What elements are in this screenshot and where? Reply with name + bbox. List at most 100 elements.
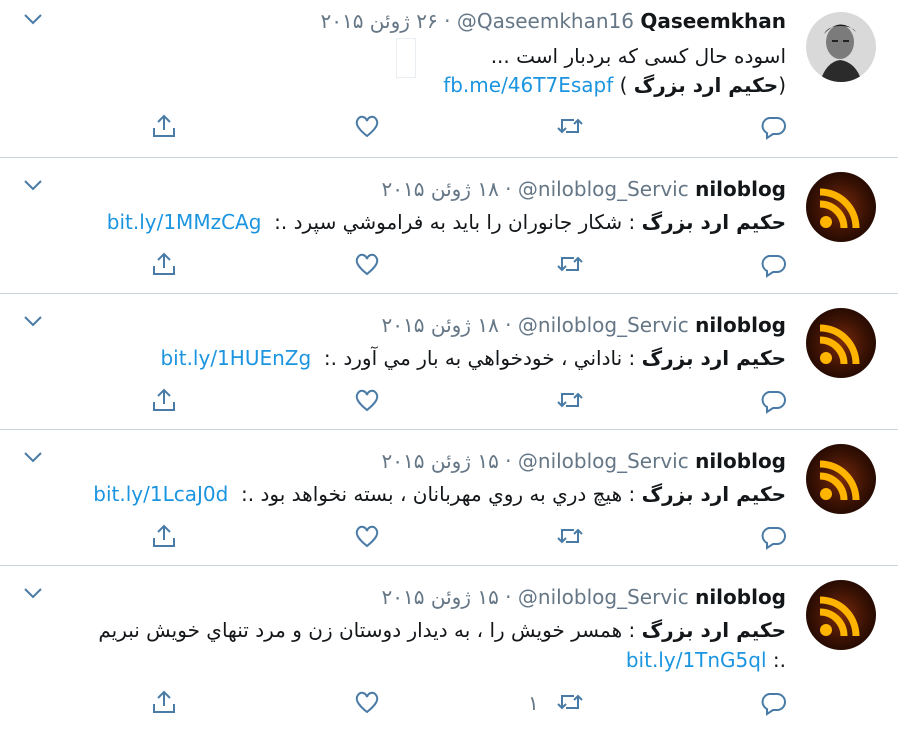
tweet[interactable]: ۲۶ ژوئن ۲۰۱۵ · @Qaseemkhan16 Qaseemkhan … [0, 0, 898, 158]
tweet-body: ناداني ، خودخواهي به بار مي آورد .: [317, 346, 623, 370]
retweet-icon[interactable] [556, 688, 584, 716]
tweet-author-name[interactable]: niloblog [695, 313, 786, 337]
tweet-text: حکیم ارد بزرگ : شکار جانوران را باید به … [107, 208, 786, 236]
tweet[interactable]: ۱۵ ژوئن ۲۰۱۵ · @niloblog_Servic niloblog… [0, 566, 898, 738]
tweet-header: ۱۵ ژوئن ۲۰۱۵ · @niloblog_Servic niloblog [382, 584, 786, 610]
tweet-link[interactable]: bit.ly/1HUEnZg [160, 346, 311, 370]
avatar-photo [806, 12, 876, 82]
tweet-author-name[interactable]: niloblog [695, 177, 786, 201]
avatar[interactable] [806, 172, 876, 242]
tweet-link[interactable]: bit.ly/1TnG5ql [626, 648, 767, 672]
tweet-actions: ۱ [0, 688, 898, 718]
retweet-count: ۱ [528, 691, 539, 715]
share-icon[interactable] [150, 112, 178, 140]
tweet-header: ۱۸ ژوئن ۲۰۱۵ · @niloblog_Servic niloblog [382, 176, 786, 202]
rss-avatar [806, 444, 876, 514]
tweet-bold-label: حکیم ارد بزرگ [633, 73, 779, 97]
heart-icon[interactable] [353, 522, 381, 550]
tweet-text: اسوده حال کسی که بردبار است ... [491, 42, 786, 70]
rss-avatar [806, 580, 876, 650]
tweet-text-line2: (حکیم ارد بزرگ ) fb.me/46T7Esapf [443, 71, 786, 99]
tweet-bold-label: حکیم ارد بزرگ [641, 618, 786, 642]
tweet[interactable]: ۱۵ ژوئن ۲۰۱۵ · @niloblog_Servic niloblog… [0, 430, 898, 566]
retweet-icon[interactable] [556, 250, 584, 278]
chevron-down-icon[interactable] [22, 12, 44, 26]
avatar[interactable] [806, 444, 876, 514]
tweet-actions [0, 112, 898, 142]
reply-icon[interactable] [759, 250, 787, 278]
tweet-bold-label: حکیم ارد بزرگ [641, 482, 786, 506]
tweet-colon: : [622, 618, 642, 642]
share-icon[interactable] [150, 386, 178, 414]
tweet-header: ۲۶ ژوئن ۲۰۱۵ · @Qaseemkhan16 Qaseemkhan [320, 8, 786, 34]
avatar[interactable] [806, 308, 876, 378]
heart-icon[interactable] [353, 112, 381, 140]
avatar[interactable] [806, 580, 876, 650]
tweet-date[interactable]: ۱۸ ژوئن ۲۰۱۵ [382, 177, 499, 201]
tweet-link[interactable]: bit.ly/1MMzCAg [107, 210, 262, 234]
tweet-date[interactable]: ۱۸ ژوئن ۲۰۱۵ [382, 313, 499, 337]
heart-icon[interactable] [353, 688, 381, 716]
share-icon[interactable] [150, 688, 178, 716]
reply-icon[interactable] [759, 112, 787, 140]
avatar[interactable] [806, 12, 876, 82]
tweet-author-name[interactable]: niloblog [695, 585, 786, 609]
paren-open: ( [778, 73, 786, 97]
heart-icon[interactable] [353, 386, 381, 414]
tweet-header: ۱۵ ژوئن ۲۰۱۵ · @niloblog_Servic niloblog [382, 448, 786, 474]
tweet-actions [0, 522, 898, 552]
image-placeholder [396, 38, 416, 78]
tweet-body-end: .: [766, 648, 786, 672]
chevron-down-icon[interactable] [22, 586, 44, 600]
tweet-handle[interactable]: @niloblog_Servic [518, 585, 689, 609]
tweet-text: حکیم ارد بزرگ : ناداني ، خودخواهي به بار… [160, 344, 786, 372]
tweet-handle[interactable]: @Qaseemkhan16 [457, 9, 634, 33]
tweet-date[interactable]: ۲۶ ژوئن ۲۰۱۵ [320, 9, 437, 33]
separator-dot: · [505, 449, 518, 473]
tweet-link[interactable]: bit.ly/1LcaJ0d [93, 482, 228, 506]
rss-avatar [806, 172, 876, 242]
tweet-text: حکیم ارد بزرگ : هيچ دري به روي مهربانان … [93, 480, 786, 508]
tweet-text-line: اسوده حال کسی که بردبار است ... [490, 44, 786, 68]
chevron-down-icon[interactable] [22, 450, 44, 464]
tweet-text-line2: .: bit.ly/1TnG5ql [626, 646, 786, 674]
separator-dot: · [505, 313, 518, 337]
tweet-handle[interactable]: @niloblog_Servic [518, 177, 689, 201]
tweet-colon: : [622, 482, 642, 506]
tweet-body: هيچ دري به روي مهربانان ، بسته نخواهد بو… [234, 482, 623, 506]
tweet-handle[interactable]: @niloblog_Servic [518, 313, 689, 337]
chevron-down-icon[interactable] [22, 178, 44, 192]
tweet-date[interactable]: ۱۵ ژوئن ۲۰۱۵ [382, 449, 499, 473]
paren-close: ) [613, 73, 634, 97]
separator-dot: · [505, 585, 518, 609]
tweet[interactable]: ۱۸ ژوئن ۲۰۱۵ · @niloblog_Servic niloblog… [0, 294, 898, 430]
retweet-icon[interactable] [556, 112, 584, 140]
reply-icon[interactable] [759, 522, 787, 550]
tweet-colon: : [622, 346, 642, 370]
separator-dot: · [444, 9, 457, 33]
tweet-body: همسر خويش را ، به ديدار دوستان زن و مرد … [98, 618, 623, 642]
tweet-text: حکیم ارد بزرگ : همسر خويش را ، به ديدار … [98, 616, 786, 644]
reply-icon[interactable] [759, 688, 787, 716]
share-icon[interactable] [150, 522, 178, 550]
retweet-icon[interactable] [556, 522, 584, 550]
rss-avatar [806, 308, 876, 378]
tweet-author-name[interactable]: Qaseemkhan [640, 9, 786, 33]
tweet[interactable]: ۱۸ ژوئن ۲۰۱۵ · @niloblog_Servic niloblog… [0, 158, 898, 294]
chevron-down-icon[interactable] [22, 314, 44, 328]
tweet-bold-label: حکیم ارد بزرگ [641, 346, 786, 370]
tweet-actions [0, 250, 898, 280]
tweet-bold-label: حکیم ارد بزرگ [641, 210, 786, 234]
reply-icon[interactable] [759, 386, 787, 414]
separator-dot: · [505, 177, 518, 201]
tweet-handle[interactable]: @niloblog_Servic [518, 449, 689, 473]
retweet-icon[interactable] [556, 386, 584, 414]
share-icon[interactable] [150, 250, 178, 278]
tweet-link[interactable]: fb.me/46T7Esapf [443, 73, 613, 97]
tweet-date[interactable]: ۱۵ ژوئن ۲۰۱۵ [382, 585, 499, 609]
tweet-actions [0, 386, 898, 416]
tweet-body: شکار جانوران را باید به فراموشي سپرد .: [267, 210, 623, 234]
tweet-author-name[interactable]: niloblog [695, 449, 786, 473]
heart-icon[interactable] [353, 250, 381, 278]
tweet-header: ۱۸ ژوئن ۲۰۱۵ · @niloblog_Servic niloblog [382, 312, 786, 338]
